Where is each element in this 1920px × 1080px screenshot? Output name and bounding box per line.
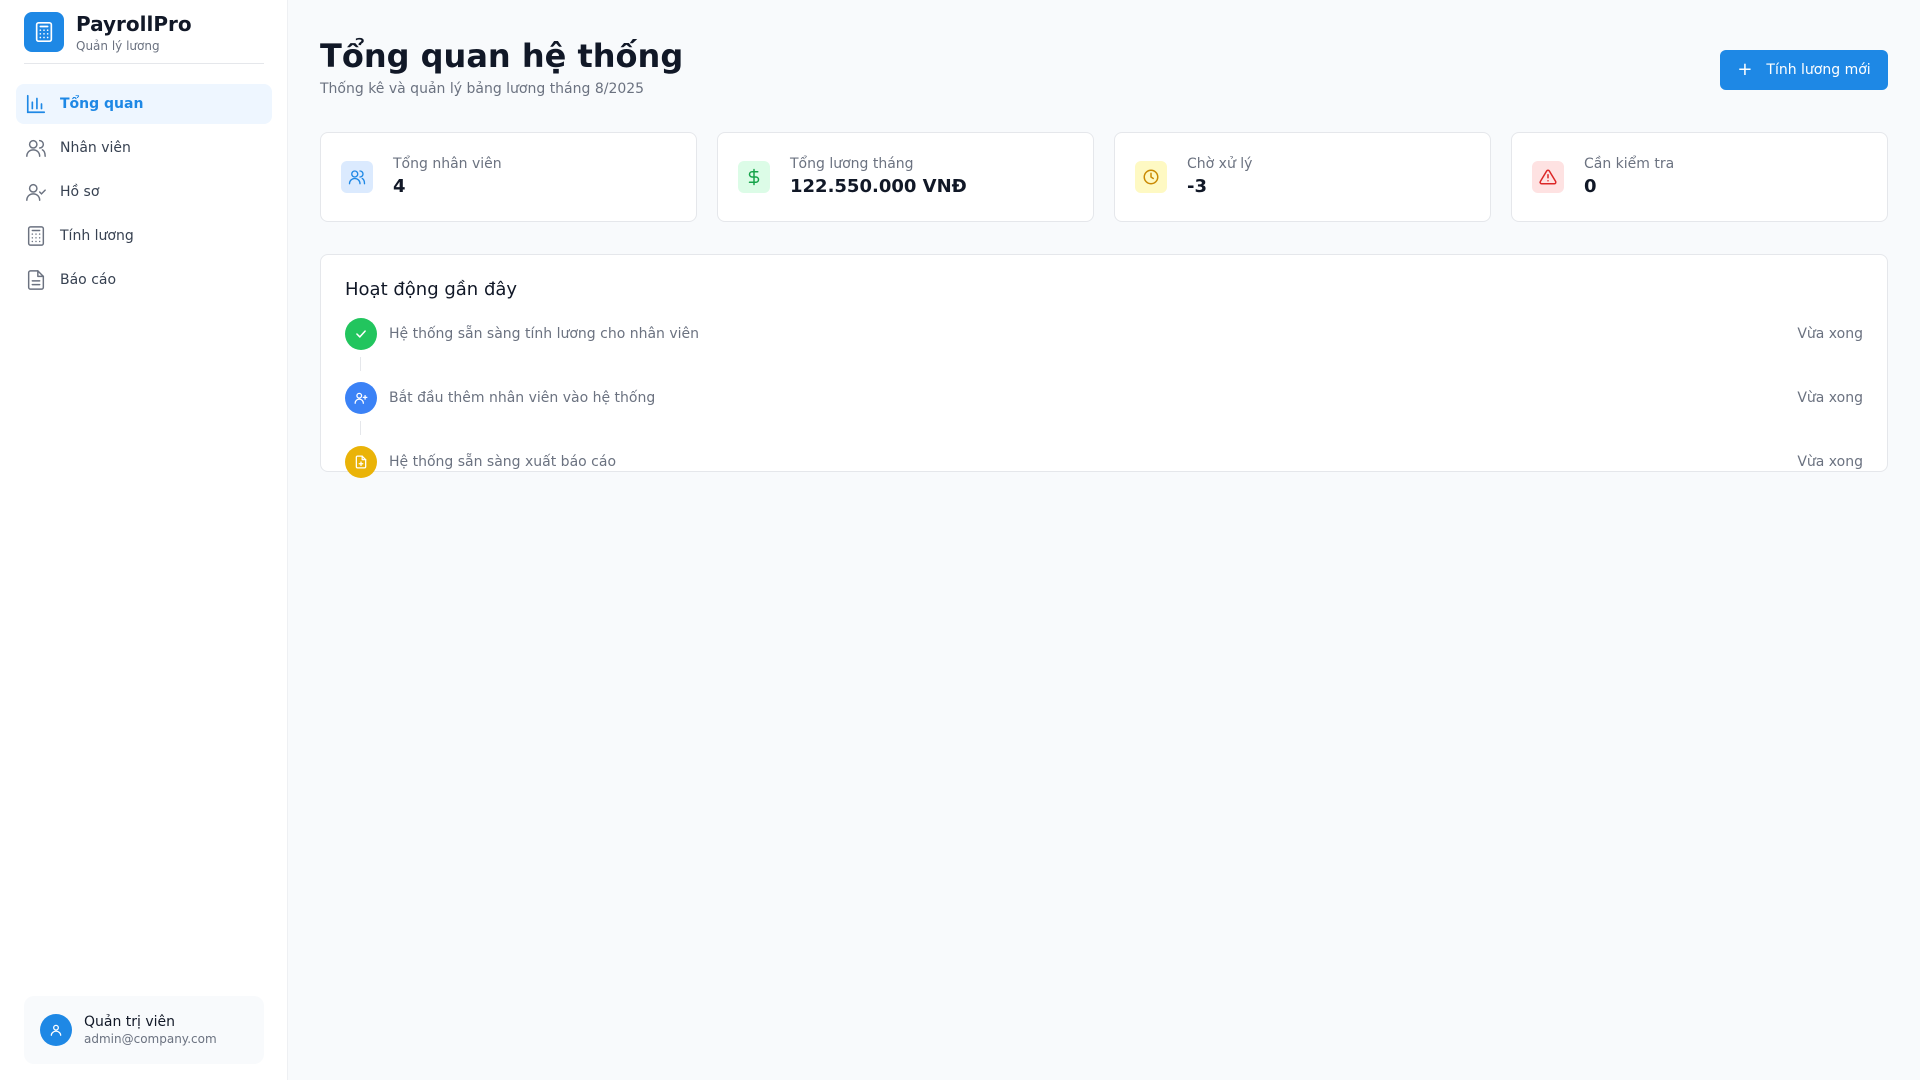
sidebar-item-label: Tính lương (60, 228, 134, 244)
sidebar-item-label: Nhân viên (60, 140, 131, 156)
main-content: Tổng quan hệ thống Thống kê và quản lý b… (288, 0, 1920, 1080)
user-plus-icon (345, 382, 377, 414)
brand: PayrollPro Quản lý lương (24, 12, 264, 64)
dollar-icon (738, 161, 770, 193)
sidebar-nav: Tổng quan Nhân viên Hồ sơ Tính lương Báo… (16, 84, 272, 304)
file-plus-icon (345, 446, 377, 478)
activity-text: Hệ thống sẵn sàng tính lương cho nhân vi… (389, 326, 700, 342)
sidebar-item-overview[interactable]: Tổng quan (16, 84, 272, 124)
sidebar-item-employees[interactable]: Nhân viên (16, 128, 272, 168)
brand-name: PayrollPro (76, 12, 192, 36)
check-icon (345, 318, 377, 350)
user-email: admin@company.com (84, 1032, 217, 1046)
sidebar-item-label: Hồ sơ (60, 184, 100, 200)
recent-activity-panel: Hoạt động gần đây Hệ thống sẵn sàng tính… (320, 254, 1888, 478)
stat-card-payroll-total: Tổng lương tháng 122.550.000 VNĐ (717, 132, 1094, 222)
user-check-icon (24, 180, 48, 204)
brand-subtitle: Quản lý lương (76, 39, 160, 53)
sidebar-item-label: Tổng quan (60, 96, 144, 112)
calculator-icon (24, 12, 64, 52)
sidebar-item-payroll[interactable]: Tính lương (16, 216, 272, 256)
timeline-connector (360, 421, 361, 435)
user-card[interactable]: Quản trị viên admin@company.com (24, 996, 264, 1064)
new-payroll-button-label: Tính lương mới (1766, 62, 1871, 78)
stat-label: Tổng nhân viên (393, 156, 502, 172)
user-name: Quản trị viên (84, 1014, 176, 1030)
activity-time: Vừa xong (1797, 326, 1863, 342)
stat-label: Cần kiểm tra (1584, 156, 1675, 172)
stat-value: 122.550.000 VNĐ (790, 176, 967, 197)
sidebar-item-reports[interactable]: Báo cáo (16, 260, 272, 300)
activity-time: Vừa xong (1797, 454, 1863, 470)
sidebar-item-profiles[interactable]: Hồ sơ (16, 172, 272, 212)
sidebar-item-label: Báo cáo (60, 272, 117, 288)
user-icon (40, 1014, 72, 1046)
activity-item: Hệ thống sẵn sàng xuất báo cáo Vừa xong (345, 446, 1863, 478)
new-payroll-button[interactable]: + Tính lương mới (1720, 50, 1888, 90)
page-subtitle: Thống kê và quản lý bảng lương tháng 8/2… (320, 81, 645, 97)
app-root: PayrollPro Quản lý lương Tổng quan Nhân … (0, 0, 1920, 1080)
activity-text: Bắt đầu thêm nhân viên vào hệ thống (389, 390, 656, 406)
users-icon (24, 136, 48, 160)
alert-triangle-icon (1532, 161, 1564, 193)
activity-item: Bắt đầu thêm nhân viên vào hệ thống Vừa … (345, 382, 1863, 414)
stat-value: 0 (1584, 176, 1597, 197)
stat-label: Tổng lương tháng (790, 156, 914, 172)
bar-chart-icon (24, 92, 48, 116)
stat-card-review: Cần kiểm tra 0 (1511, 132, 1888, 222)
timeline-connector (360, 357, 361, 371)
stats-row: Tổng nhân viên 4 Tổng lương tháng 122.55… (320, 132, 1888, 222)
stat-value: -3 (1187, 176, 1207, 197)
stat-label: Chờ xử lý (1187, 156, 1253, 172)
stat-value: 4 (393, 176, 406, 197)
users-icon (341, 161, 373, 193)
calculator-icon (24, 224, 48, 248)
sidebar: PayrollPro Quản lý lương Tổng quan Nhân … (0, 0, 288, 1080)
page-title: Tổng quan hệ thống (320, 37, 684, 75)
activity-text: Hệ thống sẵn sàng xuất báo cáo (389, 454, 617, 470)
plus-icon: + (1737, 59, 1753, 80)
activity-item: Hệ thống sẵn sàng tính lương cho nhân vi… (345, 318, 1863, 350)
activity-title: Hoạt động gần đây (345, 279, 518, 300)
file-text-icon (24, 268, 48, 292)
activity-time: Vừa xong (1797, 390, 1863, 406)
stat-card-pending: Chờ xử lý -3 (1114, 132, 1491, 222)
stat-card-employees: Tổng nhân viên 4 (320, 132, 697, 222)
clock-icon (1135, 161, 1167, 193)
